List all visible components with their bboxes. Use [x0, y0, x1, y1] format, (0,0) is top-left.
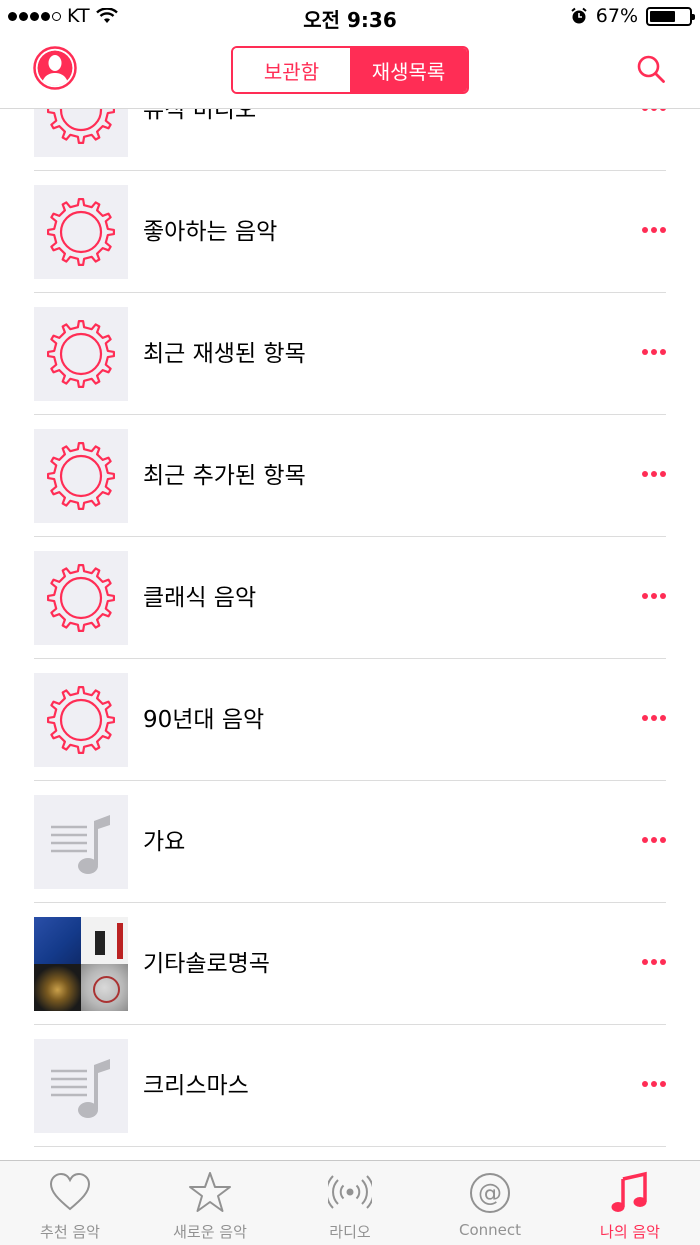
- tab-label: 추천 음악: [40, 1223, 100, 1241]
- gear-icon: [47, 198, 115, 266]
- segment-playlists[interactable]: 재생목록: [350, 48, 467, 92]
- playlist-row[interactable]: 최근 재생된 항목: [0, 293, 700, 415]
- gear-icon: [47, 686, 115, 754]
- tab-label: 새로운 음악: [173, 1223, 247, 1241]
- star-icon: [189, 1172, 231, 1212]
- music-note-icon: [51, 815, 110, 874]
- playlist-artwork: [34, 185, 128, 279]
- playlist-artwork: [34, 551, 128, 645]
- battery-percent: 67%: [595, 5, 638, 27]
- playlist-row[interactable]: 90년대 음악: [0, 659, 700, 781]
- playlist-row[interactable]: 클래식 음악: [0, 537, 700, 659]
- more-options-icon[interactable]: [642, 471, 666, 477]
- heart-icon: [49, 1172, 91, 1211]
- music-note-icon: [51, 1059, 110, 1118]
- profile-icon[interactable]: [33, 46, 77, 90]
- tab-bar: 추천 음악 새로운 음악 라디오 @ Connect 나의 음악: [0, 1160, 700, 1245]
- playlist-title: 뮤직 비디오: [143, 109, 257, 123]
- playlist-row[interactable]: 좋아하는 음악: [0, 171, 700, 293]
- battery-icon: [646, 6, 695, 26]
- tab-for-you[interactable]: 추천 음악: [0, 1161, 140, 1245]
- gear-icon: [47, 442, 115, 510]
- more-options-icon[interactable]: [642, 1081, 666, 1087]
- playlist-artwork: [34, 1039, 128, 1133]
- tab-new[interactable]: 새로운 음악: [140, 1161, 280, 1245]
- playlist-title: 클래식 음악: [143, 585, 257, 611]
- playlist-row[interactable]: 가요: [0, 781, 700, 903]
- tab-label: 라디오: [329, 1223, 371, 1241]
- playlist-row[interactable]: 최근 추가된 항목: [0, 415, 700, 537]
- tab-label: Connect: [458, 1221, 522, 1239]
- status-bar: KT 오전 9:36 67%: [0, 0, 700, 36]
- playlist-title: 좋아하는 음악: [143, 219, 278, 245]
- playlist-artwork: [34, 795, 128, 889]
- playlist-row[interactable]: 뮤직 비디오: [0, 109, 700, 171]
- gear-icon: [47, 320, 115, 388]
- playlist-title: 크리스마스: [143, 1073, 249, 1099]
- more-options-icon[interactable]: [642, 715, 666, 721]
- album-cover-grey: [81, 964, 128, 1011]
- playlist-title: 최근 재생된 항목: [143, 341, 306, 367]
- playlist-title: 90년대 음악: [143, 707, 265, 733]
- more-options-icon[interactable]: [642, 109, 666, 111]
- more-options-icon[interactable]: [642, 593, 666, 599]
- playlist-artwork: [34, 917, 128, 1011]
- search-icon[interactable]: [636, 54, 666, 84]
- more-options-icon[interactable]: [642, 837, 666, 843]
- album-cover-dark: [34, 964, 81, 1011]
- playlist-list: 뮤직 비디오좋아하는 음악최근 재생된 항목최근 추가된 항목클래식 음악 90년…: [0, 109, 700, 1160]
- segment-library[interactable]: 보관함: [233, 48, 350, 92]
- playlist-artwork: [34, 109, 128, 157]
- tab-my-music[interactable]: 나의 음악: [560, 1161, 700, 1245]
- playlist-artwork: [34, 429, 128, 523]
- row-divider: [34, 1146, 666, 1147]
- alarm-icon: [571, 7, 587, 24]
- tab-radio[interactable]: 라디오: [280, 1161, 420, 1245]
- tab-label: 나의 음악: [600, 1223, 660, 1241]
- playlist-title: 최근 추가된 항목: [143, 463, 306, 489]
- playlist-artwork: [34, 307, 128, 401]
- music-note-icon: [611, 1171, 647, 1212]
- more-options-icon[interactable]: [642, 349, 666, 355]
- radio-icon: [328, 1175, 372, 1209]
- gear-icon: [47, 109, 115, 144]
- tab-connect[interactable]: @ Connect: [420, 1161, 560, 1245]
- gear-icon: [47, 564, 115, 632]
- album-cover-white: [81, 917, 128, 964]
- navigation-bar: 보관함 재생목록: [0, 36, 700, 109]
- at-icon: @: [470, 1173, 510, 1213]
- playlist-artwork: [34, 673, 128, 767]
- album-cover-blue: [34, 917, 81, 964]
- playlist-title: 기타솔로명곡: [143, 951, 270, 977]
- svg-text:@: @: [478, 1179, 502, 1207]
- more-options-icon[interactable]: [642, 227, 666, 233]
- library-segmented-control: 보관함 재생목록: [231, 46, 469, 94]
- playlist-row[interactable]: 크리스마스: [0, 1025, 700, 1147]
- playlist-row[interactable]: 기타솔로명곡: [0, 903, 700, 1025]
- playlist-title: 가요: [143, 829, 186, 855]
- more-options-icon[interactable]: [642, 959, 666, 965]
- status-right-group: 67%: [570, 5, 695, 27]
